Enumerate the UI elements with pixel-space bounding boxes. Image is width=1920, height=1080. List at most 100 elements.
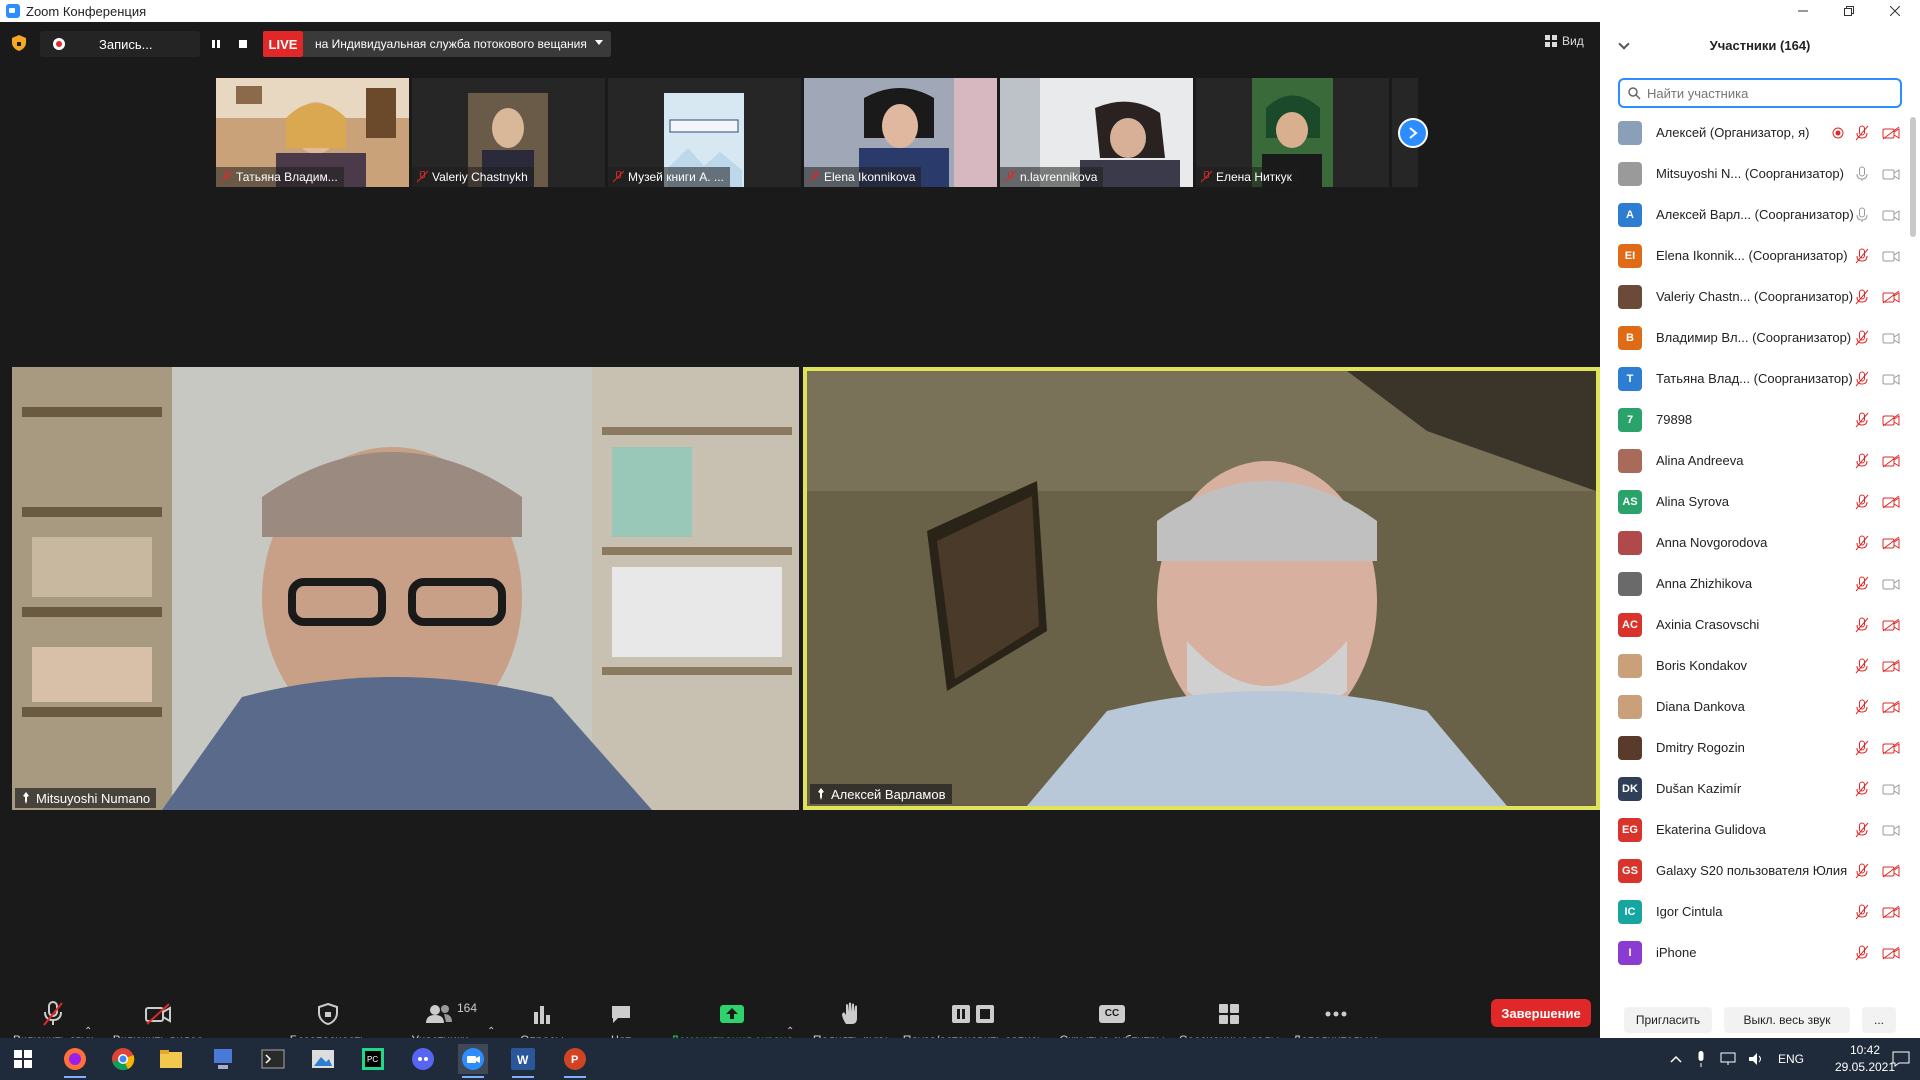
participant-name: iPhone (1656, 945, 1697, 960)
participant-row[interactable]: IC Igor Cintula (1600, 891, 1910, 932)
svg-text:PC: PC (367, 1055, 378, 1064)
participant-row[interactable]: B Владимир Вл... (Соорганизатор) (1600, 317, 1910, 358)
thumbnail-tile[interactable]: Valeriy Chastnykh (412, 78, 605, 187)
live-stream-dropdown[interactable]: на Индивидуальная служба потокового веща… (303, 31, 611, 57)
view-button[interactable]: Вид (1545, 34, 1584, 48)
video-off-icon (1882, 700, 1900, 713)
participant-role: (Соорганизатор) (1754, 207, 1854, 222)
firefox-taskbar-button[interactable] (60, 1044, 90, 1078)
discord-taskbar-button[interactable] (408, 1044, 438, 1074)
microphone-tray-icon[interactable] (1696, 1051, 1706, 1067)
close-button[interactable] (1872, 0, 1918, 22)
participant-row[interactable]: A Алексей Варл... (Соорганизатор) (1600, 194, 1910, 235)
participant-name: Ekaterina Gulidova (1656, 822, 1766, 837)
invite-button[interactable]: Пригласить (1624, 1007, 1712, 1033)
thumbnail-tile[interactable]: n.lavrennikova (1000, 78, 1193, 187)
mic-muted-icon (1855, 822, 1869, 837)
participant-row[interactable]: 7 79898 (1600, 399, 1910, 440)
image-viewer-icon (312, 1050, 334, 1068)
app-taskbar-button[interactable] (208, 1044, 238, 1074)
chevron-down-icon[interactable] (1618, 38, 1630, 50)
word-taskbar-button[interactable]: W (508, 1044, 538, 1078)
pause-icon (212, 40, 220, 48)
start-button[interactable] (8, 1044, 38, 1074)
participant-row[interactable]: AC Axinia Crasovschi (1600, 604, 1910, 645)
image-viewer-taskbar-button[interactable] (308, 1044, 338, 1074)
mic-muted-icon (1855, 248, 1869, 263)
mic-muted-icon (1855, 740, 1869, 755)
video-off-icon (1882, 413, 1900, 426)
participant-avatar (1618, 735, 1642, 760)
mic-muted-icon (1855, 535, 1869, 550)
participant-row[interactable]: GS Galaxy S20 пользователя Юлия (1600, 850, 1910, 891)
share-options-caret[interactable]: ⌃ (786, 1026, 796, 1037)
windows-logo-icon (14, 1050, 32, 1068)
window-titlebar: Zoom Конференция (0, 0, 1920, 22)
volume-tray-icon[interactable] (1748, 1052, 1764, 1066)
participant-name-tag: n.lavrennikova (1000, 167, 1104, 187)
participants-count: 164 (457, 1000, 478, 1015)
participant-row[interactable]: T Татьяна Влад... (Соорганизатор) (1600, 358, 1910, 399)
audio-options-caret[interactable]: ⌃ (84, 1026, 94, 1037)
terminal-taskbar-button[interactable] (258, 1044, 288, 1074)
mic-muted-icon (221, 171, 232, 183)
participant-name: Valeriy Chastn... (Соорганизатор) (1656, 289, 1854, 304)
participant-search[interactable] (1618, 78, 1902, 108)
pycharm-taskbar-button[interactable]: PC (358, 1044, 388, 1074)
chevron-right-icon (1409, 127, 1418, 139)
minimize-button[interactable] (1780, 0, 1826, 22)
terminal-icon (261, 1049, 285, 1069)
network-tray-icon[interactable] (1720, 1052, 1736, 1066)
video-tile-left[interactable]: Mitsuyoshi Numano (12, 367, 799, 810)
next-page-button[interactable] (1398, 118, 1428, 148)
participant-avatar: AS (1618, 489, 1642, 514)
participant-row[interactable]: EI Elena Ikonnik... (Соорганизатор) (1600, 235, 1910, 276)
participant-row[interactable]: EG Ekaterina Gulidova (1600, 809, 1910, 850)
participant-row[interactable]: IiPhone (1600, 932, 1910, 973)
participant-row[interactable]: Anna Novgorodova (1600, 522, 1910, 563)
pause-recording-button[interactable] (205, 32, 227, 56)
stop-recording-button[interactable] (232, 32, 254, 56)
thumbnail-tile[interactable]: Елена Ниткук (1196, 78, 1389, 187)
panel-more-button[interactable]: ... (1862, 1007, 1896, 1033)
participant-name-tag: Елена Ниткук (1196, 167, 1298, 187)
thumbnail-tile[interactable]: Elena Ikonnikova (804, 78, 997, 187)
tray-chevron-up-icon[interactable] (1670, 1055, 1682, 1063)
participants-scrollbar[interactable] (1910, 117, 1916, 237)
chrome-taskbar-button[interactable] (108, 1044, 138, 1074)
participants-options-caret[interactable]: ⌃ (487, 1026, 497, 1037)
participant-row[interactable]: Dmitry Rogozin (1600, 727, 1910, 768)
recording-label: Запись... (99, 36, 153, 52)
notifications-button[interactable] (1886, 1044, 1916, 1074)
video-off-icon (1882, 946, 1900, 959)
video-tile-right-active-speaker[interactable]: Алексей Варламов (803, 367, 1600, 810)
mute-all-button[interactable]: Выкл. весь звук (1724, 1007, 1850, 1033)
participant-row[interactable]: Diana Dankova (1600, 686, 1910, 727)
powerpoint-taskbar-button[interactable]: P (560, 1044, 590, 1078)
participant-row[interactable]: DK Dušan Kazimír (1600, 768, 1910, 809)
security-shield-icon[interactable] (12, 35, 26, 51)
participant-row[interactable]: Boris Kondakov (1600, 645, 1910, 686)
zoom-taskbar-button[interactable] (458, 1044, 488, 1078)
participant-avatar: T (1618, 366, 1642, 391)
live-badge: LIVE (263, 31, 303, 57)
participant-avatar: GS (1618, 858, 1642, 883)
end-meeting-button[interactable]: Завершение (1491, 999, 1591, 1027)
search-input[interactable] (1647, 85, 1887, 101)
participant-row[interactable]: Valeriy Chastn... (Соорганизатор) (1600, 276, 1910, 317)
participant-avatar (1618, 653, 1642, 678)
video-icon (1882, 824, 1900, 836)
participant-row[interactable]: Alina Andreeva (1600, 440, 1910, 481)
explorer-taskbar-button[interactable] (156, 1044, 186, 1074)
restore-button[interactable] (1826, 0, 1872, 22)
participant-row[interactable]: Anna Zhizhikova (1600, 563, 1910, 604)
input-language[interactable]: ENG (1778, 1052, 1804, 1066)
chat-icon (612, 1005, 630, 1023)
participant-row[interactable]: Алексей (Организатор, я) (1600, 112, 1910, 153)
thumbnail-tile[interactable]: Татьяна Владим... (216, 78, 409, 187)
participant-row[interactable]: AS Alina Syrova (1600, 481, 1910, 522)
video-icon (1882, 332, 1900, 344)
participant-row[interactable]: Mitsuyoshi N... (Соорганизатор) (1600, 153, 1910, 194)
thumbnail-tile[interactable]: Музей книги А. ... (608, 78, 801, 187)
mic-muted-icon (1855, 289, 1869, 304)
